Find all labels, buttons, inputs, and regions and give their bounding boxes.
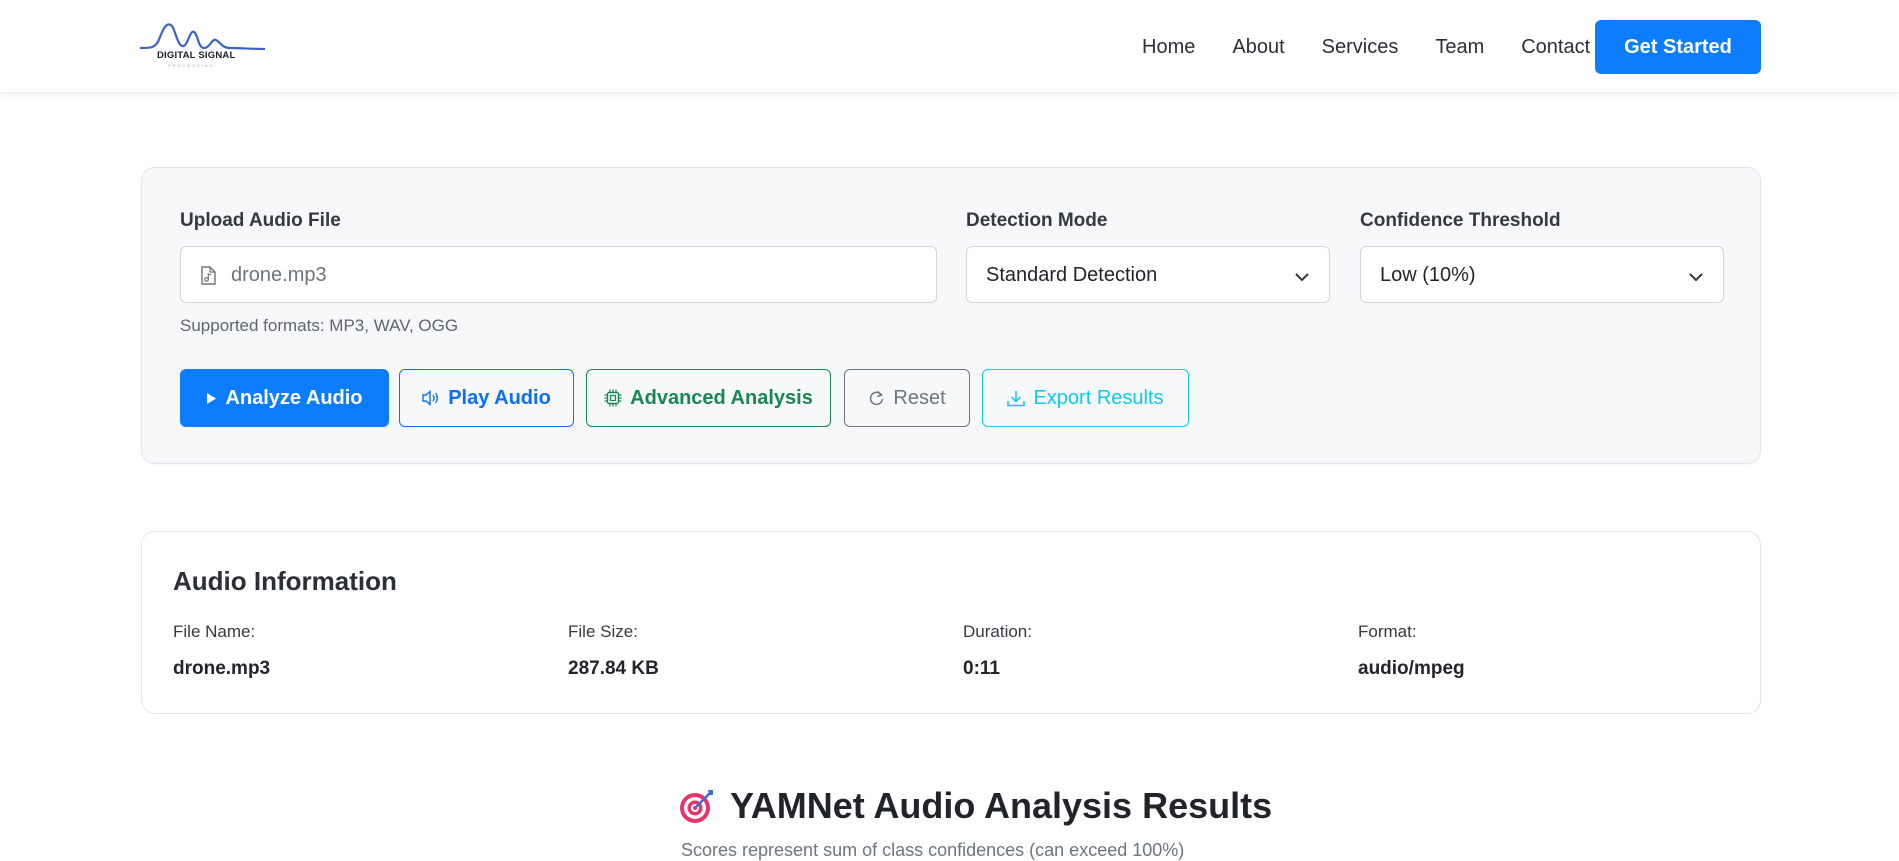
play-audio-label: Play Audio <box>448 386 551 409</box>
results-subtitle: Scores represent sum of class confidence… <box>681 840 1185 860</box>
info-file-name: File Name: drone.mp3 <box>173 622 553 680</box>
info-label: File Size: <box>568 622 638 641</box>
nav-link-contact[interactable]: Contact <box>1521 36 1590 60</box>
confidence-select[interactable]: Low (10%) <box>1360 246 1724 303</box>
navbar: DIGITAL SIGNAL PROCESSING Home About Ser… <box>0 0 1899 93</box>
export-results-label: Export Results <box>1033 386 1164 409</box>
reset-label: Reset <box>893 386 946 409</box>
advanced-analysis-label: Advanced Analysis <box>630 386 813 409</box>
info-duration: Duration: 0:11 <box>963 622 1343 680</box>
target-icon <box>680 790 713 823</box>
detection-mode-select[interactable]: Standard Detection <box>966 246 1330 303</box>
info-label: Format: <box>1358 622 1417 641</box>
results-title: YAMNet Audio Analysis Results <box>678 782 1272 830</box>
confidence-value: Low (10%) <box>1380 264 1476 286</box>
play-audio-button[interactable]: Play Audio <box>399 369 574 427</box>
upload-label: Upload Audio File <box>180 210 341 231</box>
detection-mode-label: Detection Mode <box>966 210 1108 231</box>
info-file-size: File Size: 287.84 KB <box>568 622 948 680</box>
advanced-analysis-button[interactable]: Advanced Analysis <box>586 369 831 427</box>
detection-mode-value: Standard Detection <box>986 264 1158 286</box>
export-results-button[interactable]: Export Results <box>982 369 1189 427</box>
info-label: Duration: <box>963 622 1032 641</box>
info-value: audio/mpeg <box>1358 658 1465 679</box>
analyze-audio-button[interactable]: Analyze Audio <box>180 369 389 427</box>
play-icon <box>207 392 217 404</box>
audio-information-title: Audio Information <box>173 566 397 596</box>
music-file-icon <box>201 266 216 290</box>
info-value: 287.84 KB <box>568 658 659 679</box>
results-title-text: YAMNet Audio Analysis Results <box>730 785 1273 826</box>
logo-text: DIGITAL SIGNAL <box>157 50 236 61</box>
nav-link-services[interactable]: Services <box>1322 36 1399 60</box>
info-format: Format: audio/mpeg <box>1358 622 1738 680</box>
download-icon <box>1007 390 1026 406</box>
logo-subtext: PROCESSING <box>168 63 215 68</box>
speaker-icon <box>422 390 439 406</box>
nav-link-home[interactable]: Home <box>1142 36 1195 60</box>
info-value: drone.mp3 <box>173 658 271 679</box>
analyze-audio-label: Analyze Audio <box>225 386 363 409</box>
supported-formats-text: Supported formats: MP3, WAV, OGG <box>180 316 459 335</box>
reset-button[interactable]: Reset <box>844 369 970 427</box>
upload-file-value: drone.mp3 <box>231 264 327 286</box>
info-value: 0:11 <box>963 658 1000 679</box>
refresh-icon <box>870 390 884 405</box>
chevron-down-icon <box>1295 269 1309 287</box>
confidence-label: Confidence Threshold <box>1360 210 1561 231</box>
control-card: Upload Audio File drone.mp3 Supported fo… <box>141 167 1761 464</box>
audio-information-card: Audio Information File Name: drone.mp3 F… <box>141 531 1761 714</box>
nav-links: Home About Services Team Contact <box>1142 36 1590 60</box>
nav-link-team[interactable]: Team <box>1435 36 1484 60</box>
brand-logo[interactable]: DIGITAL SIGNAL PROCESSING <box>140 18 265 70</box>
get-started-button[interactable]: Get Started <box>1595 20 1761 74</box>
chevron-down-icon <box>1689 269 1703 287</box>
info-label: File Name: <box>173 622 256 641</box>
nav-link-about[interactable]: About <box>1232 36 1284 60</box>
cpu-icon <box>604 389 622 407</box>
upload-audio-input[interactable]: drone.mp3 <box>180 246 937 303</box>
